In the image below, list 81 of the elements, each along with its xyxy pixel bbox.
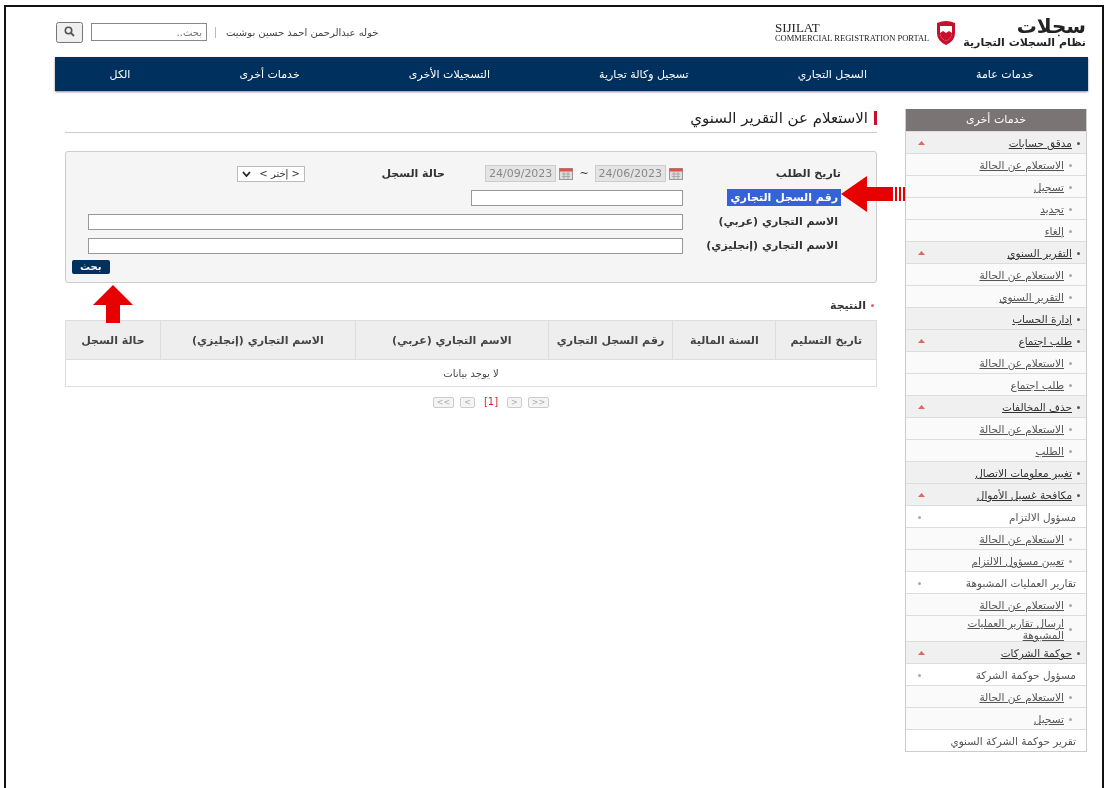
caret-icon[interactable]: [918, 651, 925, 655]
column-header: تاريخ التسليم: [775, 320, 877, 360]
caret-icon[interactable]: [918, 405, 925, 409]
nav-link[interactable]: الكل: [109, 67, 131, 81]
nav-link[interactable]: تسجيل وكالة تجارية: [599, 67, 689, 81]
bullet-icon: [1069, 361, 1072, 365]
nav-link[interactable]: خدمات عامة: [976, 67, 1034, 81]
bullet-icon: [1069, 695, 1072, 699]
bullet-icon: [1077, 141, 1080, 145]
sidebar-group-label: مسؤول الالتزام: [1008, 511, 1076, 523]
bullet-icon: [1077, 493, 1080, 497]
bullet-icon: [918, 515, 921, 519]
bullet-icon: [1069, 295, 1072, 299]
field-label: حالة السجل: [380, 167, 445, 180]
logo-title: سجلات: [1016, 16, 1086, 36]
field-label: رقم السجل التجاري: [727, 189, 841, 206]
search-icon: [64, 25, 75, 37]
bullet-icon: [1069, 229, 1072, 233]
bullet-icon: [1069, 627, 1072, 631]
logo-subtitle: COMMERCIAL REGISTRATION PORTAL: [774, 34, 930, 44]
page-title: الاستعلام عن التقرير السنوي: [690, 109, 868, 127]
bullet-icon: [918, 581, 921, 585]
chevron-down-icon: [241, 170, 251, 177]
logo-subtitle: نظام السجلات التجارية: [963, 37, 1086, 48]
logo-title: SIJILAT: [774, 20, 820, 35]
column-header: رقم السجل التجاري: [548, 320, 673, 360]
bullet-icon: [1077, 317, 1080, 321]
bullet-icon: [1069, 383, 1072, 387]
bullet-icon: [1069, 273, 1072, 277]
nav-link[interactable]: خدمات أخرى: [239, 67, 300, 81]
bullet-icon: [1069, 717, 1072, 721]
bullet-icon: [1077, 405, 1080, 409]
search-button[interactable]: بحث: [72, 260, 110, 274]
calendar-icon[interactable]: [559, 167, 574, 180]
column-header: حالة السجل: [65, 320, 161, 360]
bullet-icon: [1069, 537, 1072, 541]
status-dropdown[interactable]: < إختر >: [236, 165, 305, 182]
input-field[interactable]: [88, 213, 683, 230]
bullet-icon: [1069, 449, 1072, 453]
bullet-icon: [1069, 427, 1072, 431]
title-marker: [874, 111, 877, 125]
bullet-icon: [1069, 559, 1072, 563]
current-page[interactable]: [1]: [480, 397, 502, 408]
column-header: السنة المالية: [672, 320, 776, 360]
bullet-icon: [1077, 471, 1080, 475]
bullet-icon: [1069, 185, 1072, 189]
caret-icon[interactable]: [918, 141, 925, 145]
nav-link[interactable]: التسجيلات الأخرى: [408, 67, 490, 81]
column-header: الاسم التجاري (إنجليزي): [160, 320, 356, 360]
input-field[interactable]: [471, 189, 683, 206]
range-separator: ~: [579, 167, 589, 180]
bullet-icon: [1077, 339, 1080, 343]
emblem-icon: [935, 19, 958, 45]
bullet-icon: [871, 304, 874, 307]
bullet-icon: [1069, 603, 1072, 607]
bullet-icon: [1077, 251, 1080, 255]
search-button[interactable]: [56, 21, 83, 43]
column-header: الاسم التجاري (عربي): [355, 320, 549, 360]
calendar-icon[interactable]: [669, 167, 683, 180]
sidebar-group-label: تقارير العمليات المشبوهة: [964, 577, 1076, 589]
bullet-icon: [1077, 651, 1080, 655]
bullet-icon: [918, 673, 921, 677]
input-field[interactable]: [88, 237, 683, 254]
sidebar-title: خدمات أخرى: [906, 109, 1086, 131]
nav-link[interactable]: السجل التجاري: [797, 67, 867, 81]
caret-icon[interactable]: [918, 251, 925, 255]
arrow-icon: [841, 176, 905, 212]
empty-message: لا يوجد بيانات: [65, 359, 877, 387]
field-label: تاريخ الطلب: [774, 167, 841, 180]
sidebar-group-label: مسؤول حوكمة الشركة: [974, 669, 1076, 681]
bullet-icon: [1069, 207, 1072, 211]
user-name: خوله عبدالرحمن احمد حسين بوشيت: [215, 26, 379, 38]
arrow-icon: [93, 285, 133, 323]
sidebar-label: تقرير حوكمة الشركة السنوي: [949, 735, 1076, 747]
field-label: الاسم التجاري (إنجليزي): [705, 238, 839, 254]
field-label: الاسم التجاري (عربي): [717, 214, 839, 230]
caret-icon[interactable]: [918, 339, 925, 343]
search-field[interactable]: بحث..: [91, 23, 207, 41]
section-title: النتيجة: [830, 299, 866, 312]
caret-icon[interactable]: [918, 493, 925, 497]
bullet-icon: [1069, 163, 1072, 167]
